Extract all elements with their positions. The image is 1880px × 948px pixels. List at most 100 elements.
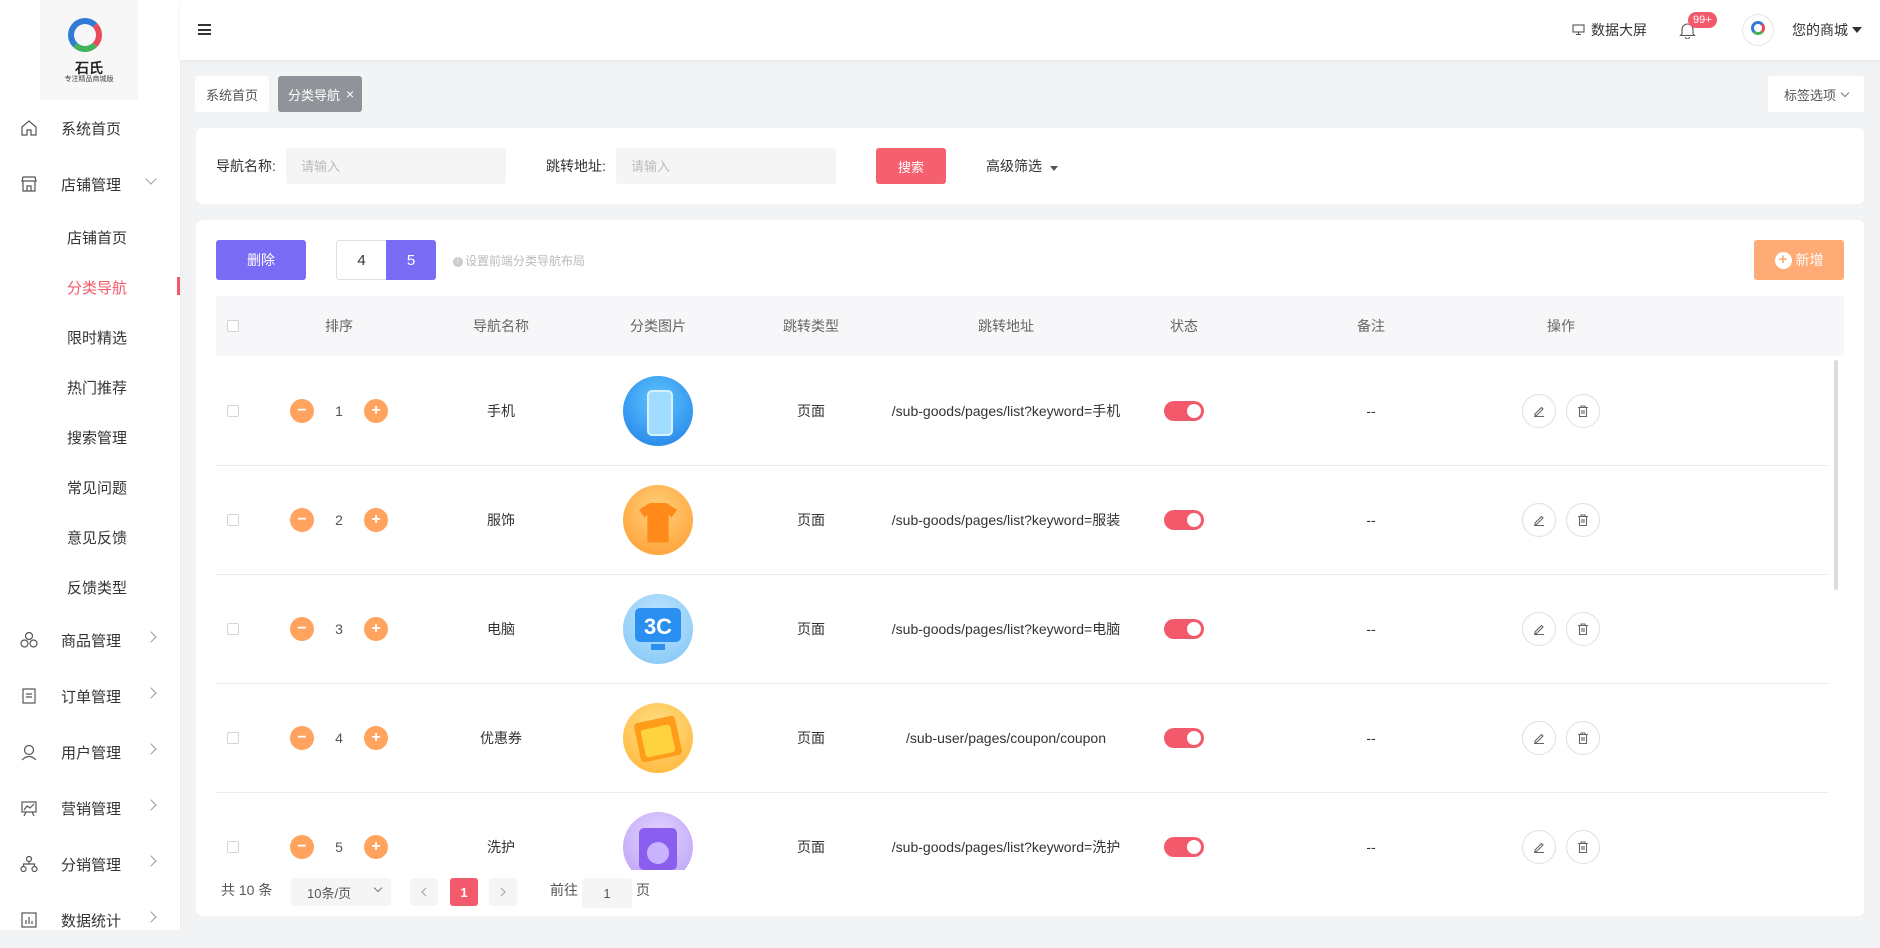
sidebar-subitem-search-manage[interactable]: 搜索管理 bbox=[0, 412, 180, 462]
increase-icon[interactable]: + bbox=[364, 725, 388, 750]
select-all-checkbox[interactable] bbox=[227, 320, 239, 332]
delete-button[interactable]: 删除 bbox=[216, 240, 306, 280]
tag-home[interactable]: 系统首页 bbox=[195, 76, 269, 112]
sort-stepper: − 2 + bbox=[264, 465, 414, 574]
top-header: 数据大屏 99+ 您的商城 bbox=[180, 0, 1880, 60]
jump-url-input[interactable] bbox=[616, 148, 836, 184]
table-row: − 1 + 手机 页面 /sub-goods/pages/list?keywor… bbox=[216, 356, 1828, 466]
status-toggle[interactable] bbox=[1164, 509, 1204, 530]
prev-page-button[interactable] bbox=[410, 878, 438, 906]
decrease-icon[interactable]: − bbox=[290, 507, 314, 532]
edit-button[interactable] bbox=[1522, 611, 1556, 646]
caret-down-icon bbox=[1049, 166, 1058, 171]
sidebar-item-distribution[interactable]: 分销管理 bbox=[0, 836, 180, 892]
page-size-select[interactable]: 10条/页 bbox=[291, 878, 391, 906]
add-button[interactable]: + 新增 bbox=[1754, 240, 1844, 280]
remark: -- bbox=[1366, 511, 1376, 528]
layout-5-button[interactable]: 5 bbox=[386, 240, 436, 280]
store-icon bbox=[21, 176, 37, 192]
sidebar-subitem-feedback-type[interactable]: 反馈类型 bbox=[0, 562, 180, 612]
shop-menu[interactable]: 您的商城 bbox=[1792, 0, 1862, 60]
page-size-value: 10条/页 bbox=[307, 885, 352, 901]
layout-4-button[interactable]: 4 bbox=[336, 240, 386, 280]
add-button-label: 新增 bbox=[1795, 252, 1824, 268]
chevron-down-icon bbox=[373, 883, 383, 893]
status-toggle[interactable] bbox=[1164, 727, 1204, 748]
sidebar-item-marketing[interactable]: 营销管理 bbox=[0, 780, 180, 836]
decrease-icon[interactable]: − bbox=[290, 834, 314, 859]
chevron-right-icon bbox=[145, 911, 157, 923]
next-page-button[interactable] bbox=[489, 878, 517, 906]
sort-stepper: − 4 + bbox=[264, 683, 414, 792]
search-panel: 导航名称: 跳转地址: 搜索 高级筛选 bbox=[196, 128, 1864, 204]
table-row: − 5 + 洗护 页面 /sub-goods/pages/list?keywor… bbox=[216, 792, 1828, 880]
sidebar-item-users[interactable]: 用户管理 bbox=[0, 724, 180, 780]
nav-name-input[interactable] bbox=[286, 148, 506, 184]
sort-value: 2 bbox=[335, 511, 343, 528]
jump-type: 页面 bbox=[797, 838, 825, 855]
row-checkbox[interactable] bbox=[227, 513, 239, 526]
edit-button[interactable] bbox=[1522, 393, 1556, 428]
sidebar-item-orders[interactable]: 订单管理 bbox=[0, 668, 180, 724]
sidebar-subitem-faq[interactable]: 常见问题 bbox=[0, 462, 180, 512]
table-header: 排序 导航名称 分类图片 跳转类型 跳转地址 状态 备注 操作 bbox=[216, 296, 1844, 356]
delete-row-button[interactable] bbox=[1566, 720, 1600, 755]
search-button[interactable]: 搜索 bbox=[876, 148, 946, 184]
row-checkbox[interactable] bbox=[227, 731, 239, 744]
edit-button[interactable] bbox=[1522, 829, 1556, 864]
notification-button[interactable] bbox=[1679, 0, 1696, 60]
sidebar-item-shop[interactable]: 店铺管理 bbox=[0, 156, 180, 212]
avatar[interactable] bbox=[1742, 14, 1774, 46]
sidebar-subitem-feedback[interactable]: 意见反馈 bbox=[0, 512, 180, 562]
edit-button[interactable] bbox=[1522, 502, 1556, 537]
page-number-current[interactable]: 1 bbox=[450, 878, 478, 906]
decrease-icon[interactable]: − bbox=[290, 616, 314, 641]
coupon-thumb-image bbox=[623, 702, 693, 773]
sidebar-subitem-hot-recommend[interactable]: 热门推荐 bbox=[0, 362, 180, 412]
sidebar-subitem-flash-picks[interactable]: 限时精选 bbox=[0, 312, 180, 362]
decrease-icon[interactable]: − bbox=[290, 725, 314, 750]
increase-icon[interactable]: + bbox=[364, 398, 388, 423]
row-checkbox[interactable] bbox=[227, 404, 239, 417]
sidebar-item-statistics[interactable]: 数据统计 bbox=[0, 892, 180, 948]
thumb-3c-label: 3C bbox=[643, 613, 673, 639]
notification-badge: 99+ bbox=[1688, 12, 1717, 28]
goto-page-input[interactable] bbox=[582, 878, 632, 908]
sidebar-subitem-category-nav[interactable]: 分类导航 bbox=[0, 262, 180, 312]
delete-row-button[interactable] bbox=[1566, 393, 1600, 428]
delete-row-button[interactable] bbox=[1566, 829, 1600, 864]
page-suffix: 页 bbox=[636, 882, 650, 898]
chevron-right-icon bbox=[145, 687, 157, 699]
sidebar-subitem-label: 意见反馈 bbox=[67, 529, 128, 547]
increase-icon[interactable]: + bbox=[364, 616, 388, 641]
row-checkbox[interactable] bbox=[227, 622, 239, 635]
increase-icon[interactable]: + bbox=[364, 834, 388, 859]
caret-down-icon bbox=[1852, 27, 1862, 33]
sidebar-subitem-label: 分类导航 bbox=[67, 279, 128, 297]
status-toggle[interactable] bbox=[1164, 618, 1204, 639]
decrease-icon[interactable]: − bbox=[290, 398, 314, 423]
status-toggle[interactable] bbox=[1164, 400, 1204, 421]
sidebar-item-goods[interactable]: 商品管理 bbox=[0, 612, 180, 668]
sidebar-subitem-shop-home[interactable]: 店铺首页 bbox=[0, 212, 180, 262]
close-icon[interactable]: × bbox=[346, 86, 354, 102]
sidebar-subitem-label: 反馈类型 bbox=[67, 579, 128, 597]
sidebar-item-home[interactable]: 系统首页 bbox=[0, 100, 180, 156]
data-screen-link[interactable]: 数据大屏 bbox=[1572, 0, 1647, 60]
chevron-right-icon bbox=[500, 887, 506, 897]
increase-icon[interactable]: + bbox=[364, 507, 388, 532]
status-toggle[interactable] bbox=[1164, 836, 1204, 857]
goto-label: 前往 bbox=[550, 882, 578, 898]
advanced-filter-toggle[interactable]: 高级筛选 bbox=[986, 156, 1058, 176]
tag-category-nav[interactable]: 分类导航 × bbox=[278, 76, 362, 112]
edit-button[interactable] bbox=[1522, 720, 1556, 755]
delete-row-button[interactable] bbox=[1566, 502, 1600, 537]
tag-options-button[interactable]: 标签选项 bbox=[1768, 76, 1864, 112]
delete-row-button[interactable] bbox=[1566, 611, 1600, 646]
sidebar-item-label: 数据统计 bbox=[61, 912, 122, 930]
table-body: − 1 + 手机 页面 /sub-goods/pages/list?keywor… bbox=[216, 356, 1828, 880]
menu-toggle-icon[interactable] bbox=[198, 24, 211, 35]
row-checkbox[interactable] bbox=[227, 840, 239, 853]
jump-url-label: 跳转地址: bbox=[546, 158, 606, 174]
table-scrollbar[interactable] bbox=[1834, 360, 1838, 590]
